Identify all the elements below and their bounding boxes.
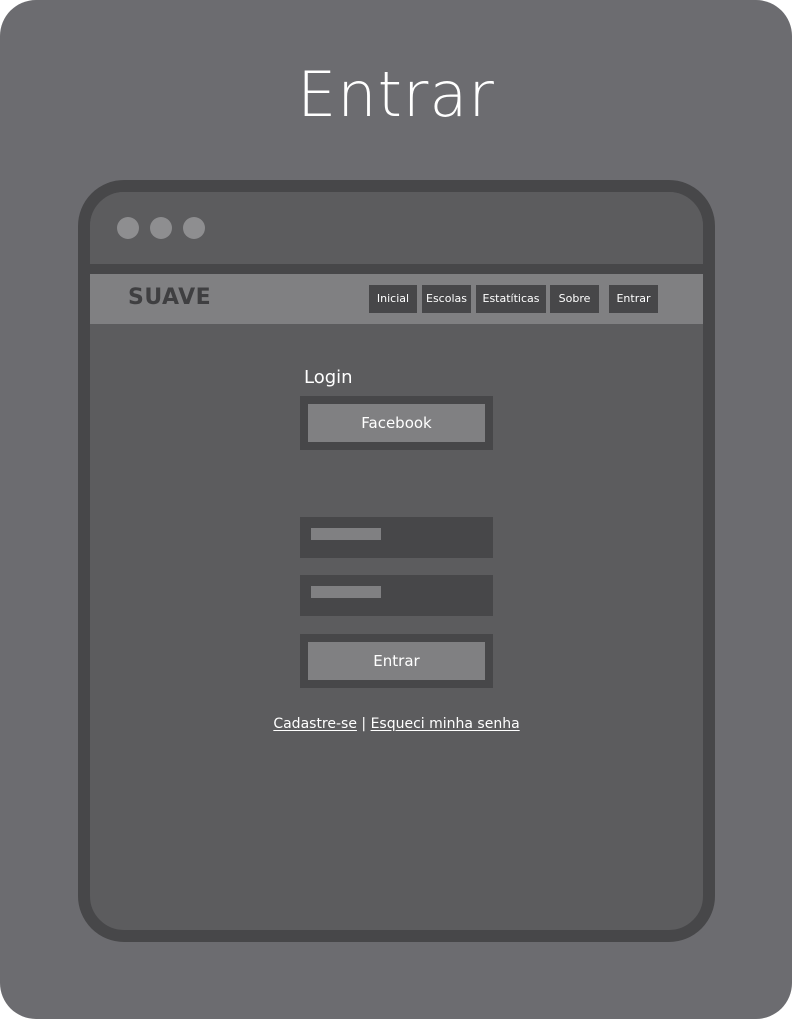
password-placeholder-bar [311,586,381,598]
submit-button-frame: Entrar [300,634,493,688]
window-close-dot[interactable] [117,217,139,239]
forgot-password-link[interactable]: Esqueci minha senha [371,716,520,732]
username-placeholder-bar [311,528,381,540]
wireframe-card: Entrar SUAVE Inicial Escolas Estatíticas… [0,0,792,1019]
window-minimize-dot[interactable] [150,217,172,239]
username-field[interactable] [300,517,493,558]
browser-titlebar [90,192,703,274]
site-logo[interactable]: SUAVE [128,285,211,310]
browser-window: SUAVE Inicial Escolas Estatíticas Sobre … [78,180,715,942]
password-field[interactable] [300,575,493,616]
signup-link[interactable]: Cadastre-se [273,716,357,732]
facebook-button-frame: Facebook [300,396,493,450]
auth-links: Cadastre-se | Esqueci minha senha [90,716,703,732]
site-navbar: SUAVE Inicial Escolas Estatíticas Sobre … [90,274,703,324]
nav-item-inicial[interactable]: Inicial [369,285,417,313]
links-separator: | [361,716,367,732]
page-title: Entrar [297,58,495,131]
entrar-submit-button[interactable]: Entrar [308,642,485,680]
nav-item-sobre[interactable]: Sobre [550,285,599,313]
facebook-login-button[interactable]: Facebook [308,404,485,442]
nav-item-estatisticas[interactable]: Estatíticas [476,285,546,313]
nav-item-escolas[interactable]: Escolas [422,285,471,313]
login-heading: Login [304,367,353,388]
window-maximize-dot[interactable] [183,217,205,239]
nav-item-entrar[interactable]: Entrar [609,285,658,313]
